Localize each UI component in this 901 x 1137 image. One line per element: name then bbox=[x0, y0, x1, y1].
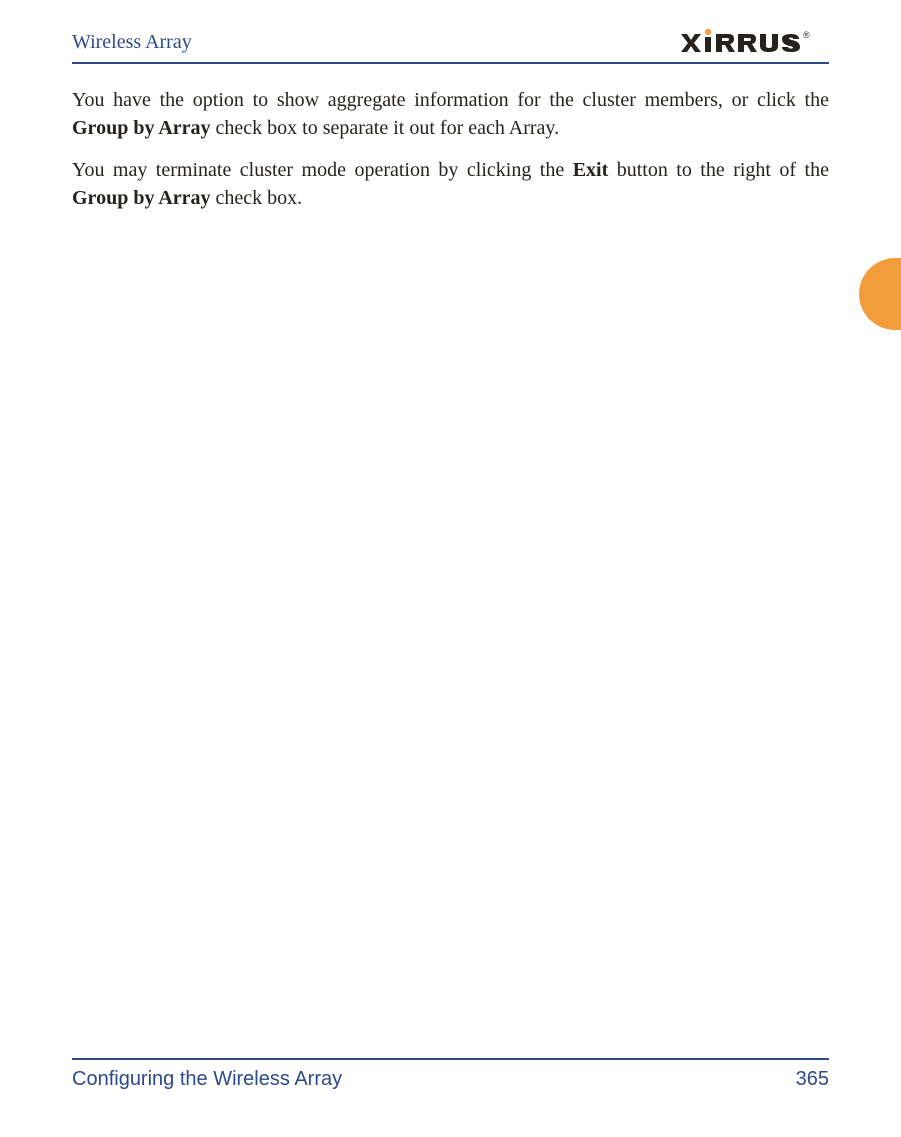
footer-row: Configuring the Wireless Array 365 bbox=[72, 1068, 829, 1091]
header-divider bbox=[72, 62, 829, 64]
paragraph-2: You may terminate cluster mode operation… bbox=[72, 156, 829, 212]
bold-text: Exit bbox=[573, 159, 609, 181]
text-span: You have the option to show aggregate in… bbox=[72, 89, 829, 111]
text-span: You may terminate cluster mode operation… bbox=[72, 159, 573, 181]
bold-text: Group by Array bbox=[72, 117, 211, 139]
body-content: You have the option to show aggregate in… bbox=[72, 86, 829, 212]
paragraph-1: You have the option to show aggregate in… bbox=[72, 86, 829, 142]
page-header: Wireless Array bbox=[72, 28, 829, 56]
document-page: Wireless Array bbox=[0, 0, 901, 1137]
text-span: check box to separate it out for each Ar… bbox=[211, 117, 560, 139]
page-footer: Configuring the Wireless Array 365 bbox=[72, 1058, 829, 1091]
text-span: button to the right of the bbox=[608, 159, 829, 181]
bold-text: Group by Array bbox=[72, 187, 211, 209]
footer-divider bbox=[72, 1058, 829, 1060]
footer-section-title: Configuring the Wireless Array bbox=[72, 1068, 342, 1091]
brand-logo: ® bbox=[679, 28, 829, 56]
text-span: check box. bbox=[211, 187, 303, 209]
header-title: Wireless Array bbox=[72, 31, 192, 54]
xirrus-logo-icon: ® bbox=[679, 28, 829, 56]
page-number: 365 bbox=[796, 1068, 829, 1091]
registered-mark: ® bbox=[803, 30, 810, 40]
